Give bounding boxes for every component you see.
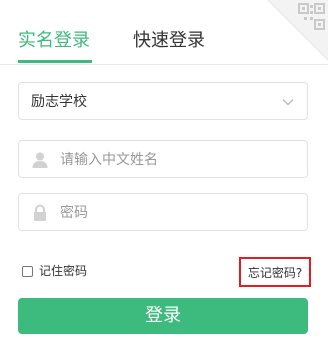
tab-real-name-login[interactable]: 实名登录 <box>18 29 90 53</box>
chevron-down-icon <box>282 98 294 106</box>
login-panel: 实名登录 快速登录 励志学校 请输入中文姓名 密码 记住密码 忘记密码? 登录 <box>0 0 328 351</box>
lock-icon <box>34 204 46 221</box>
forgot-password-label: 忘记密码? <box>247 265 303 280</box>
tab-quick-login[interactable]: 快速登录 <box>133 29 205 53</box>
user-icon <box>32 152 48 168</box>
remember-password-checkbox[interactable] <box>22 265 33 277</box>
school-select-value: 励志学校 <box>31 94 87 110</box>
qr-code-icon <box>267 0 328 61</box>
password-placeholder: 密码 <box>60 205 88 221</box>
password-field[interactable]: 密码 <box>18 193 308 231</box>
login-button[interactable]: 登录 <box>18 298 308 334</box>
remember-password-label: 记住密码 <box>39 264 88 278</box>
remember-password-option[interactable]: 记住密码 <box>22 263 87 279</box>
school-select[interactable]: 励志学校 <box>18 82 308 120</box>
active-tab-underline <box>18 60 92 63</box>
name-field[interactable]: 请输入中文姓名 <box>18 140 308 178</box>
qr-code-toggle[interactable] <box>267 0 328 61</box>
name-placeholder: 请输入中文姓名 <box>60 152 158 168</box>
forgot-password-link[interactable]: 忘记密码? <box>239 257 311 287</box>
